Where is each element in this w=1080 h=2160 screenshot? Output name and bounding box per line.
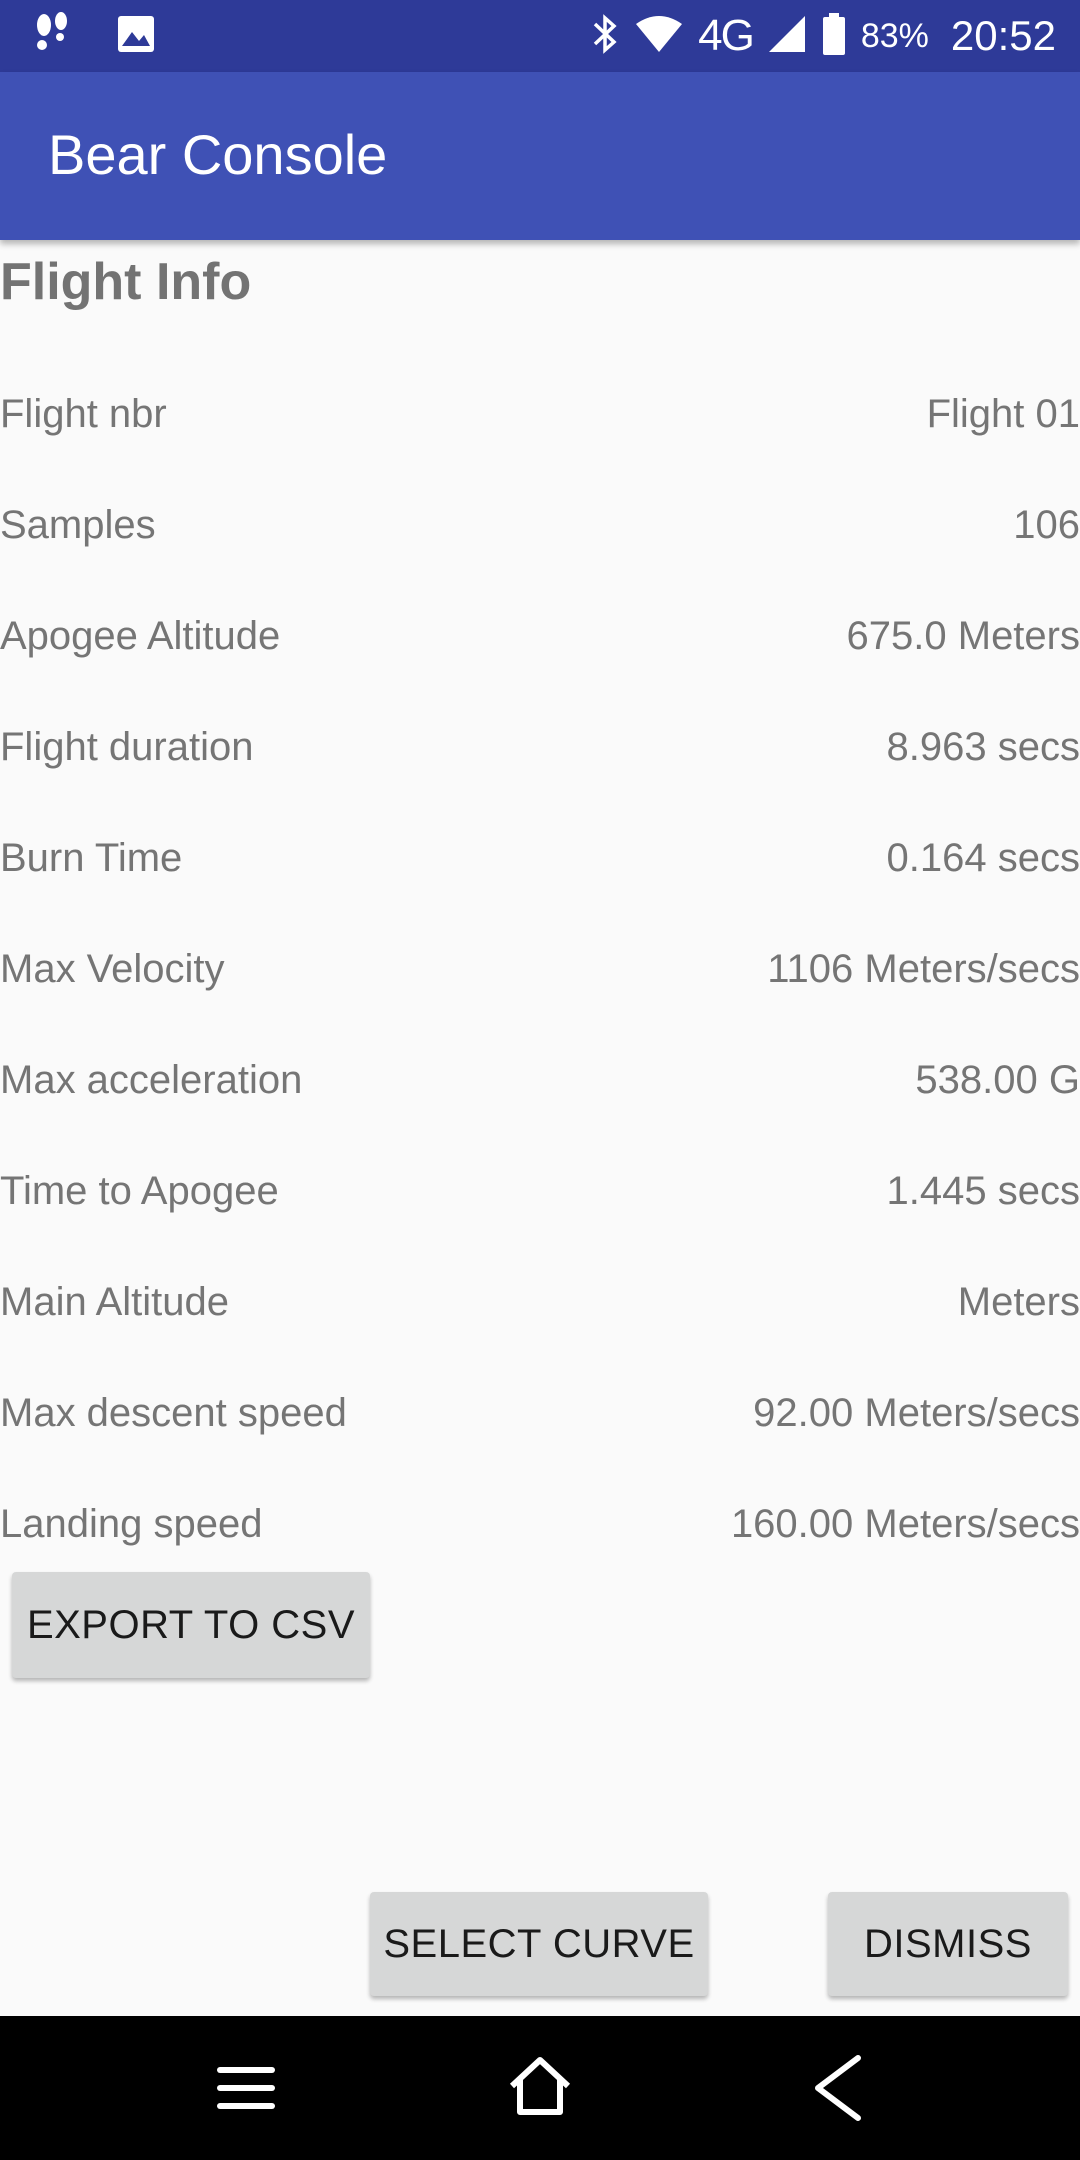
info-value: 92.00 Meters/secs: [753, 1391, 1080, 1435]
select-curve-button[interactable]: SELECT CURVE: [370, 1892, 708, 1996]
info-row-flight-duration: Flight duration 8.963 secs: [0, 725, 1080, 795]
info-label: Max descent speed: [0, 1391, 347, 1435]
info-value: 106: [1013, 503, 1080, 547]
info-row-time-to-apogee: Time to Apogee 1.445 secs: [0, 1169, 1080, 1239]
info-row-landing-speed: Landing speed 160.00 Meters/secs: [0, 1502, 1080, 1572]
info-value: Meters: [957, 1280, 1080, 1324]
info-label: Time to Apogee: [0, 1169, 279, 1213]
info-value: 1.445 secs: [886, 1169, 1080, 1213]
info-label: Samples: [0, 503, 156, 547]
navigation-bar: [0, 2016, 1080, 2160]
app-title: Bear Console: [48, 123, 388, 186]
info-row-apogee-altitude: Apogee Altitude 675.0 Meters: [0, 614, 1080, 684]
bluetooth-icon: [590, 12, 620, 61]
info-row-flight-nbr: Flight nbr Flight 01: [0, 392, 1080, 462]
flight-info-title: Flight Info: [0, 253, 252, 311]
info-row-max-acceleration: Max acceleration 538.00 G: [0, 1058, 1080, 1128]
info-label: Landing speed: [0, 1502, 263, 1546]
info-value: Flight 01: [926, 392, 1080, 436]
info-label: Max acceleration: [0, 1058, 303, 1102]
home-icon[interactable]: [500, 2048, 580, 2128]
signal-icon: [767, 14, 807, 59]
network-type: 4G: [698, 11, 755, 60]
dismiss-button[interactable]: DISMISS: [828, 1892, 1068, 1996]
footsteps-icon: [32, 11, 72, 62]
info-row-max-descent-speed: Max descent speed 92.00 Meters/secs: [0, 1391, 1080, 1461]
info-value: 160.00 Meters/secs: [730, 1502, 1080, 1546]
info-row-burn-time: Burn Time 0.164 secs: [0, 836, 1080, 906]
clock: 20:52: [950, 12, 1056, 59]
info-label: Apogee Altitude: [0, 614, 281, 658]
info-row-main-altitude: Main Altitude Meters: [0, 1280, 1080, 1350]
app-bar: Bear Console: [0, 72, 1080, 240]
image-icon: [116, 14, 156, 59]
info-label: Main Altitude: [0, 1280, 230, 1324]
info-value: 675.0 Meters: [846, 614, 1080, 658]
info-label: Burn Time: [0, 836, 183, 880]
info-label: Max Velocity: [0, 947, 225, 991]
info-value: 0.164 secs: [886, 836, 1080, 880]
wifi-icon: [634, 14, 684, 59]
info-value: 538.00 G: [915, 1058, 1080, 1102]
status-bar: 4G 83% 20:52: [0, 0, 1080, 72]
back-icon[interactable]: [800, 2048, 880, 2128]
info-label: Flight nbr: [0, 392, 167, 436]
battery-percent: 83%: [860, 16, 929, 55]
info-row-max-velocity: Max Velocity 1106 Meters/secs: [0, 947, 1080, 1017]
info-value: 8.963 secs: [886, 725, 1080, 769]
info-value: 1106 Meters/secs: [767, 947, 1080, 991]
info-label: Flight duration: [0, 725, 254, 769]
info-row-samples: Samples 106: [0, 503, 1080, 573]
battery-icon: [821, 12, 847, 61]
export-to-csv-button[interactable]: EXPORT TO CSV: [12, 1572, 370, 1678]
menu-icon[interactable]: [206, 2048, 286, 2128]
